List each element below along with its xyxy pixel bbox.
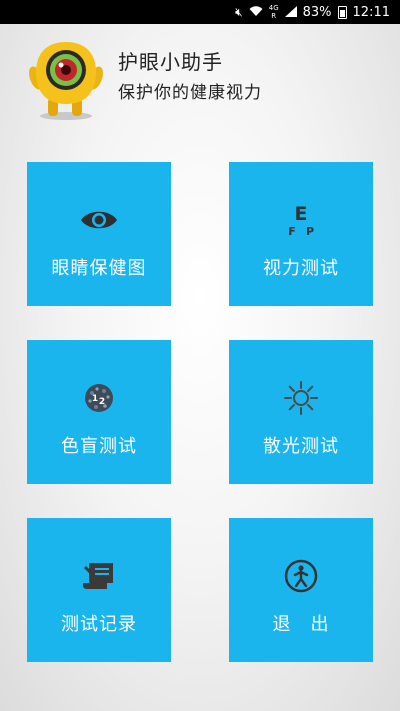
battery-percent: 83% <box>302 4 332 20</box>
wifi-icon <box>249 5 263 19</box>
eye-chart-icon: E F P <box>229 200 373 240</box>
exit-button[interactable]: 退 出 <box>229 518 373 662</box>
astigmatism-dial-icon <box>229 378 373 418</box>
color-blind-test-label: 色盲测试 <box>61 436 137 457</box>
svg-text:1: 1 <box>92 394 98 404</box>
app-title: 护眼小助手 <box>118 50 223 74</box>
svg-text:P: P <box>306 225 314 237</box>
eye-care-chart-button[interactable]: 眼睛保健图 <box>27 162 171 306</box>
mute-icon: 🔇︎ <box>235 5 243 19</box>
battery-icon <box>337 5 347 19</box>
network-type: 4G R <box>268 4 279 20</box>
vision-test-label: 视力测试 <box>263 258 339 279</box>
exit-label: 退 出 <box>272 614 330 635</box>
svg-text:F: F <box>288 225 296 237</box>
mascot-logo <box>29 42 103 120</box>
test-records-button[interactable]: 测试记录 <box>27 518 171 662</box>
svg-text:2: 2 <box>99 397 105 407</box>
color-blind-test-button[interactable]: 1 2 色盲测试 <box>27 340 171 484</box>
eye-icon <box>27 200 171 240</box>
exit-person-icon <box>229 556 373 596</box>
vision-test-button[interactable]: E F P 视力测试 <box>229 162 373 306</box>
record-scroll-icon <box>27 556 171 596</box>
app-subtitle: 保护你的健康视力 <box>118 83 262 103</box>
test-records-label: 测试记录 <box>61 614 137 635</box>
color-blind-plate-icon: 1 2 <box>27 378 171 418</box>
svg-text:E: E <box>295 203 308 225</box>
app-header: 护眼小助手 保护你的健康视力 <box>0 24 400 124</box>
clock: 12:11 <box>352 4 390 20</box>
astigmatism-test-label: 散光测试 <box>263 436 339 457</box>
astigmatism-test-button[interactable]: 散光测试 <box>229 340 373 484</box>
eye-care-chart-label: 眼睛保健图 <box>51 258 147 279</box>
signal-icon <box>284 5 297 19</box>
status-bar: 🔇︎ 4G R 83% 12:11 <box>0 0 400 24</box>
